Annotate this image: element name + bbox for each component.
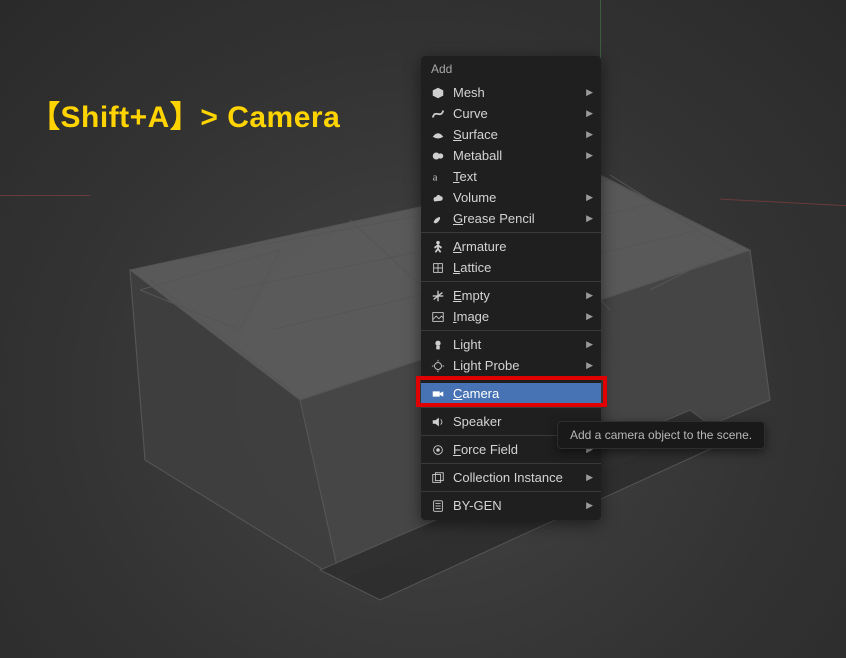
menu-item-label: Collection Instance — [453, 470, 586, 485]
menu-separator — [421, 491, 601, 492]
menu-item-curve[interactable]: Curve▶ — [421, 103, 601, 124]
menu-item-collection-instance[interactable]: Collection Instance▶ — [421, 467, 601, 488]
svg-text:a: a — [433, 172, 438, 183]
menu-separator — [421, 330, 601, 331]
menu-item-label: Volume — [453, 190, 586, 205]
menu-item-armature[interactable]: Armature — [421, 236, 601, 257]
submenu-chevron-icon: ▶ — [586, 500, 593, 511]
menu-item-mesh[interactable]: Mesh▶ — [421, 82, 601, 103]
submenu-chevron-icon: ▶ — [586, 290, 593, 301]
menu-item-label: Mesh — [453, 85, 586, 100]
menu-item-label: Lattice — [453, 260, 593, 275]
mesh-icon — [429, 86, 447, 100]
menu-item-label: Light Probe — [453, 358, 586, 373]
submenu-chevron-icon: ▶ — [586, 360, 593, 371]
submenu-chevron-icon: ▶ — [586, 129, 593, 140]
menu-item-camera[interactable]: Camera — [421, 383, 601, 404]
menu-item-label: Curve — [453, 106, 586, 121]
menu-separator — [421, 463, 601, 464]
submenu-chevron-icon: ▶ — [586, 150, 593, 161]
menu-item-label: Text — [453, 169, 593, 184]
submenu-chevron-icon: ▶ — [586, 213, 593, 224]
submenu-chevron-icon: ▶ — [586, 339, 593, 350]
curve-icon — [429, 107, 447, 121]
menu-item-label: Light — [453, 337, 586, 352]
menu-separator — [421, 407, 601, 408]
menu-item-label: Camera — [453, 386, 593, 401]
menu-item-volume[interactable]: Volume▶ — [421, 187, 601, 208]
lightprobe-icon — [429, 359, 447, 373]
bygen-icon — [429, 499, 447, 513]
menu-item-light-probe[interactable]: Light Probe▶ — [421, 355, 601, 376]
empty-icon — [429, 289, 447, 303]
collection-icon — [429, 471, 447, 485]
menu-separator — [421, 232, 601, 233]
menu-item-empty[interactable]: Empty▶ — [421, 285, 601, 306]
menu-item-label: Grease Pencil — [453, 211, 586, 226]
menu-separator — [421, 281, 601, 282]
light-icon — [429, 338, 447, 352]
menu-item-label: Empty — [453, 288, 586, 303]
menu-item-by-gen[interactable]: BY-GEN▶ — [421, 495, 601, 516]
submenu-chevron-icon: ▶ — [586, 87, 593, 98]
menu-separator — [421, 379, 601, 380]
menu-item-label: Armature — [453, 239, 593, 254]
menu-item-label: Metaball — [453, 148, 586, 163]
camera-icon — [429, 387, 447, 401]
menu-item-surface[interactable]: Surface▶ — [421, 124, 601, 145]
submenu-chevron-icon: ▶ — [586, 311, 593, 322]
submenu-chevron-icon: ▶ — [586, 192, 593, 203]
add-menu-title: Add — [421, 56, 601, 82]
submenu-chevron-icon: ▶ — [586, 472, 593, 483]
surface-icon — [429, 128, 447, 142]
menu-item-image[interactable]: Image▶ — [421, 306, 601, 327]
armature-icon — [429, 240, 447, 254]
lattice-icon — [429, 261, 447, 275]
annotation-text: 【Shift+A】> Camera — [30, 92, 340, 136]
menu-item-label: BY-GEN — [453, 498, 586, 513]
menu-item-metaball[interactable]: Metaball▶ — [421, 145, 601, 166]
add-menu[interactable]: Add Mesh▶Curve▶Surface▶Metaball▶aTextVol… — [421, 56, 601, 520]
image-icon — [429, 310, 447, 324]
camera-tooltip: Add a camera object to the scene. — [557, 421, 765, 449]
menu-item-light[interactable]: Light▶ — [421, 334, 601, 355]
wireframe-model — [50, 160, 790, 640]
speaker-icon — [429, 415, 447, 429]
menu-item-grease-pencil[interactable]: Grease Pencil▶ — [421, 208, 601, 229]
menu-item-label: Image — [453, 309, 586, 324]
menu-item-text[interactable]: a Text — [421, 166, 601, 187]
volume-icon — [429, 191, 447, 205]
metaball-icon — [429, 149, 447, 163]
menu-item-label: Surface — [453, 127, 586, 142]
forcefield-icon — [429, 443, 447, 457]
submenu-chevron-icon: ▶ — [586, 108, 593, 119]
text-icon: a — [429, 170, 447, 184]
grease-icon — [429, 212, 447, 226]
menu-item-lattice[interactable]: Lattice — [421, 257, 601, 278]
